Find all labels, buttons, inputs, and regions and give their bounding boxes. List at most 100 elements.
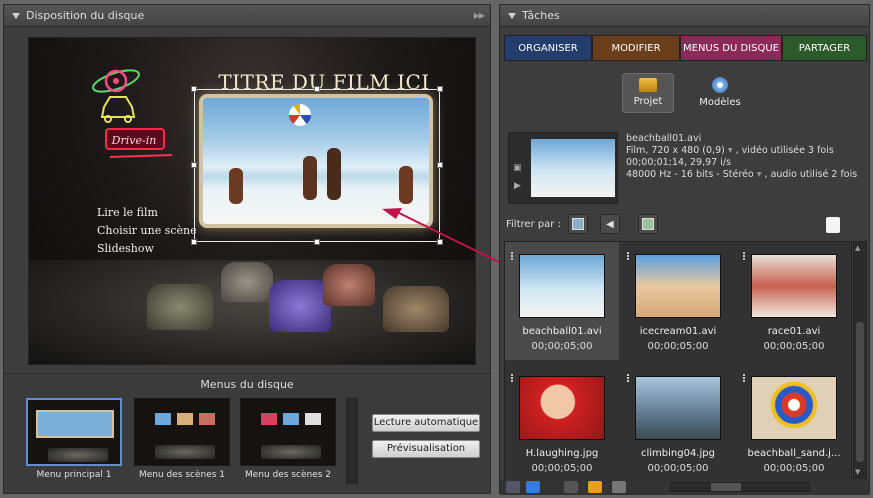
panel-header[interactable]: Disposition du disque ▶▶ bbox=[4, 5, 490, 27]
menus-scrollbar[interactable] bbox=[346, 398, 358, 484]
clip-format: Film, 720 x 480 (0,9) bbox=[626, 145, 725, 156]
filter-video-icon[interactable] bbox=[568, 214, 588, 234]
clip-video-usage: , vidéo utilisée 3 fois bbox=[735, 145, 834, 156]
media-thumbnail bbox=[519, 254, 605, 318]
thumb-screen bbox=[36, 410, 114, 438]
templates-button[interactable]: Modèles bbox=[694, 73, 746, 113]
car-image bbox=[269, 280, 331, 332]
media-thumbnail bbox=[635, 254, 721, 318]
thumb-scene bbox=[305, 413, 321, 425]
menu-item-scene[interactable]: Choisir une scène bbox=[97, 222, 197, 240]
media-flag-icon bbox=[743, 252, 747, 260]
car-image bbox=[221, 262, 273, 302]
media-item[interactable]: race01.avi 00;00;05;00 bbox=[737, 242, 851, 360]
zoom-slider[interactable] bbox=[670, 482, 810, 492]
tab-partager[interactable]: PARTAGER bbox=[782, 35, 867, 61]
media-duration: 00;00;05;00 bbox=[531, 463, 593, 474]
app-window: Disposition du disque ▶▶ Drive-in TITRE … bbox=[0, 0, 873, 498]
media-item[interactable]: icecream01.avi 00;00;05;00 bbox=[621, 242, 735, 360]
media-item[interactable]: beachball01.avi 00;00;05;00 bbox=[505, 242, 619, 360]
new-folder-icon[interactable] bbox=[588, 481, 602, 493]
resize-handle[interactable] bbox=[437, 239, 443, 245]
media-flag-icon bbox=[511, 374, 515, 382]
thumbnail-view-icon[interactable] bbox=[526, 481, 540, 493]
thumb-scene bbox=[261, 413, 277, 425]
filter-audio-icon[interactable]: ◀ bbox=[600, 214, 620, 234]
media-name: H.laughing.jpg bbox=[525, 448, 599, 459]
preview-button[interactable]: Prévisualisation bbox=[372, 440, 480, 458]
media-flag-icon bbox=[743, 374, 747, 382]
zoom-thumb[interactable] bbox=[711, 483, 741, 491]
clip-thumbnail bbox=[531, 139, 615, 197]
resize-handle[interactable] bbox=[314, 239, 320, 245]
folder-icon bbox=[639, 78, 657, 92]
clip-info: beachball01.avi Film, 720 x 480 (0,9) ▾ … bbox=[626, 133, 858, 180]
tab-menus-du-disque[interactable]: MENUS DU DISQUE bbox=[680, 35, 782, 61]
media-name: icecream01.avi bbox=[639, 326, 717, 337]
car-image bbox=[383, 286, 449, 332]
media-grid: beachball01.avi 00;00;05;00 icecream01.a… bbox=[504, 241, 852, 481]
media-thumbnail bbox=[635, 376, 721, 440]
thumb-scene bbox=[283, 413, 299, 425]
menu-item-play[interactable]: Lire le film bbox=[97, 204, 197, 222]
thumb-scene bbox=[155, 413, 171, 425]
project-button[interactable]: Projet bbox=[622, 73, 674, 113]
thumb-cars bbox=[48, 448, 108, 462]
resize-handle[interactable] bbox=[191, 162, 197, 168]
media-item[interactable]: beachball_sand.j... 00;00;05;00 bbox=[737, 364, 851, 480]
media-item[interactable]: H.laughing.jpg 00;00;05;00 bbox=[505, 364, 619, 480]
menu-preview-canvas[interactable]: Drive-in TITRE DU FILM ICI Lire le film … bbox=[28, 37, 476, 365]
media-flag-icon bbox=[627, 374, 631, 382]
filter-image-icon[interactable] bbox=[638, 214, 658, 234]
autoplay-button[interactable]: Lecture automatique bbox=[372, 414, 480, 432]
menu-thumb-label: Menu des scènes 2 bbox=[244, 470, 332, 480]
menu-thumb-scenes-2[interactable] bbox=[240, 398, 336, 466]
media-duration: 00;00;05;00 bbox=[763, 463, 825, 474]
thumb-scene bbox=[177, 413, 193, 425]
media-thumbnail bbox=[519, 376, 605, 440]
trash-icon[interactable] bbox=[612, 481, 626, 493]
new-item-icon[interactable] bbox=[826, 217, 840, 233]
tasks-header[interactable]: Tâches bbox=[500, 5, 869, 27]
edit-icon[interactable] bbox=[564, 481, 578, 493]
clip-audio-usage: , audio utilisé 2 fois bbox=[764, 169, 858, 180]
media-duration: 00;00;05;00 bbox=[647, 341, 709, 352]
project-label: Projet bbox=[633, 96, 663, 107]
menu-item-slideshow[interactable]: Slideshow bbox=[97, 240, 197, 258]
drive-in-neon-sign: Drive-in bbox=[92, 69, 172, 158]
scroll-up-icon[interactable]: ▲ bbox=[855, 244, 860, 252]
resize-handle[interactable] bbox=[314, 86, 320, 92]
media-name: beachball01.avi bbox=[522, 326, 602, 337]
media-flag-icon bbox=[511, 252, 515, 260]
resize-handle[interactable] bbox=[437, 86, 443, 92]
media-thumbnail bbox=[751, 376, 837, 440]
media-item[interactable]: climbing04.jpg 00;00;05;00 bbox=[621, 364, 735, 480]
tasks-panel: Tâches ORGANISER MODIFIER MENUS DU DISQU… bbox=[499, 4, 870, 495]
collapse-triangle-icon[interactable] bbox=[508, 13, 516, 19]
menu-thumb-scenes-1[interactable] bbox=[134, 398, 230, 466]
selection-box[interactable] bbox=[194, 89, 440, 242]
resize-handle[interactable] bbox=[191, 86, 197, 92]
play-icon[interactable]: ▶ bbox=[514, 181, 521, 191]
collapse-triangle-icon[interactable] bbox=[12, 13, 20, 19]
menu-thumb-main[interactable] bbox=[26, 398, 122, 466]
media-duration: 00;00;05;00 bbox=[531, 341, 593, 352]
scroll-down-icon[interactable]: ▼ bbox=[855, 468, 860, 476]
list-view-icon[interactable] bbox=[506, 481, 520, 493]
scroll-thumb[interactable] bbox=[856, 322, 864, 462]
clip-duration: 00;00;01;14, 29,97 i/s bbox=[626, 157, 732, 168]
media-scrollbar[interactable]: ▲ ▼ bbox=[853, 241, 867, 481]
bottom-toolbar bbox=[500, 479, 869, 495]
menu-thumb-label: Menu principal 1 bbox=[36, 470, 112, 480]
clip-preview[interactable]: ▣ ▶ bbox=[508, 132, 618, 204]
thumb-scene bbox=[199, 413, 215, 425]
tab-organiser[interactable]: ORGANISER bbox=[504, 35, 592, 61]
tab-modifier[interactable]: MODIFIER bbox=[592, 35, 680, 61]
filmstrip-icon: ▣ bbox=[513, 163, 522, 173]
panel-menu-icon[interactable]: ▶▶ bbox=[474, 5, 485, 27]
thumb-cars bbox=[155, 445, 215, 459]
media-flag-icon bbox=[627, 252, 631, 260]
resize-handle[interactable] bbox=[437, 162, 443, 168]
disc-menus-title: Menus du disque bbox=[200, 378, 294, 391]
media-duration: 00;00;05;00 bbox=[647, 463, 709, 474]
